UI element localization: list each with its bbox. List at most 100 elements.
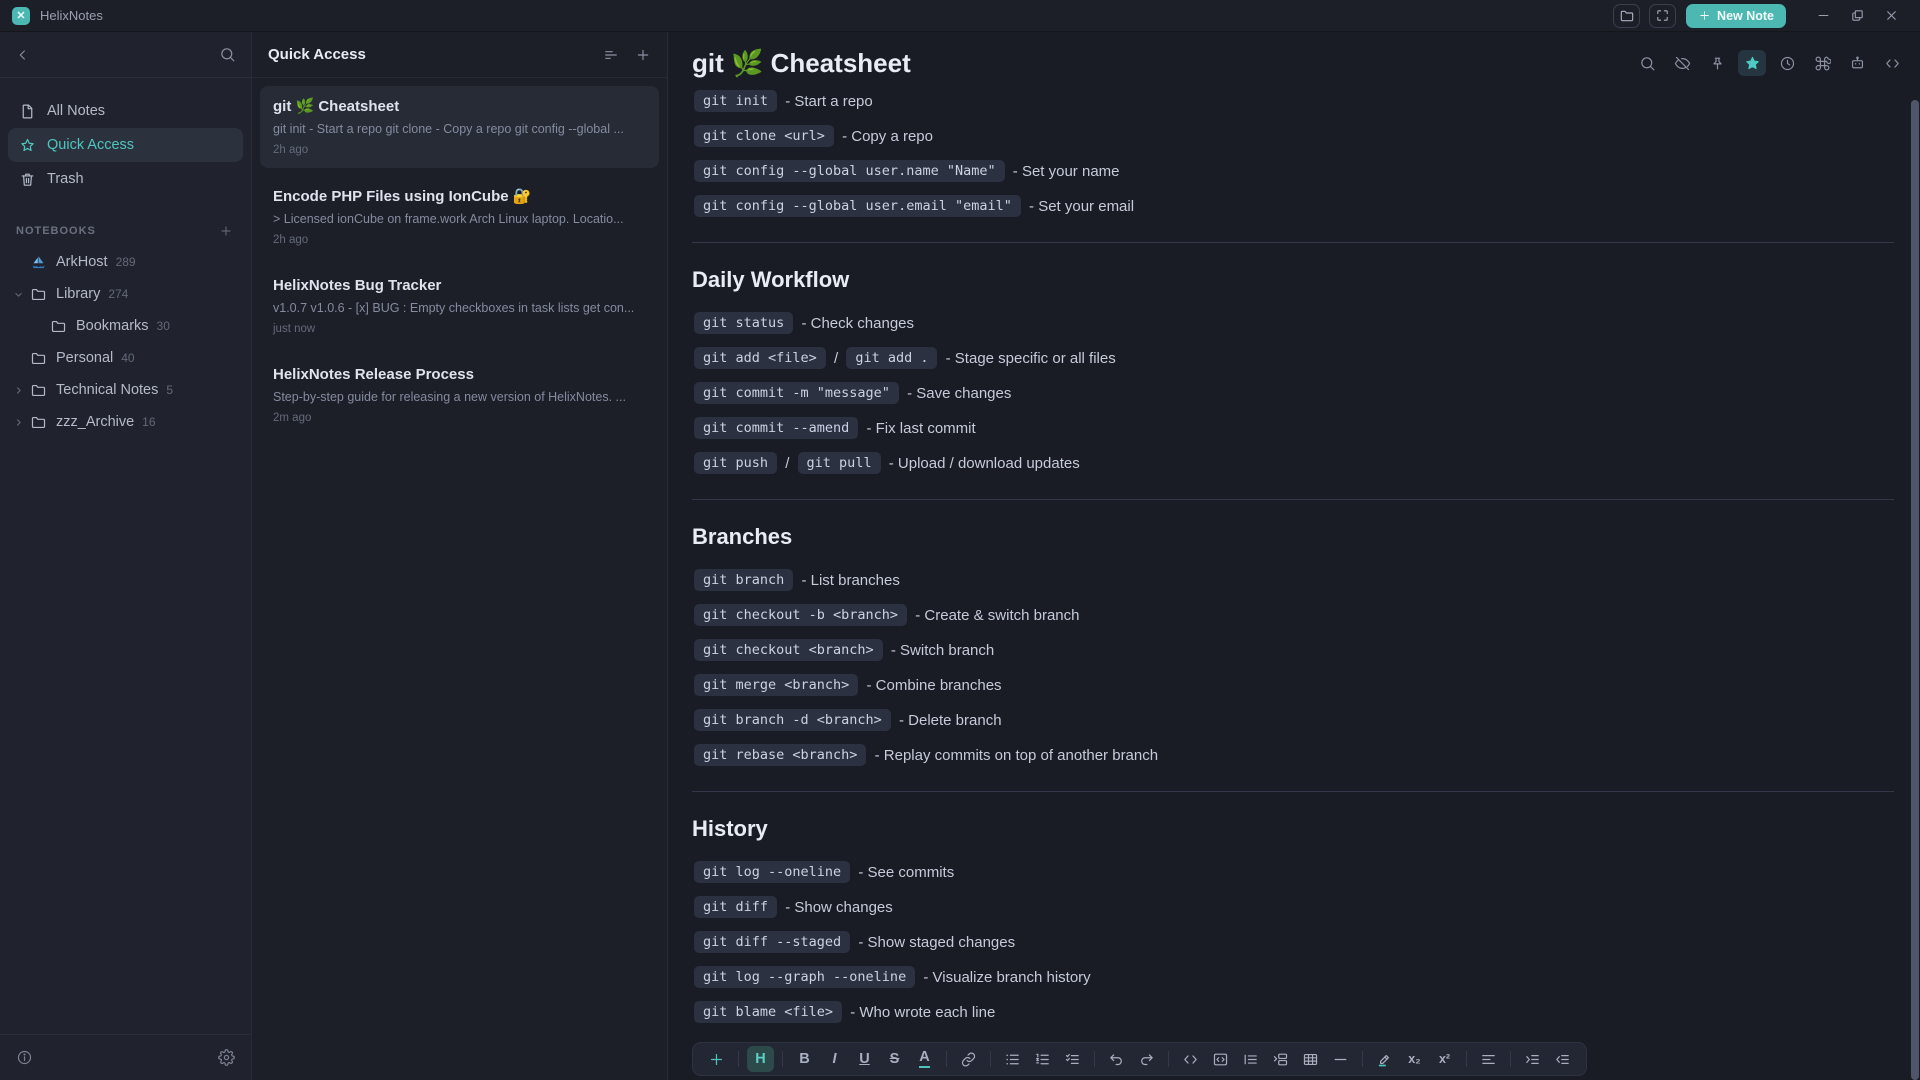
notebook-label: Library xyxy=(56,286,100,302)
scrollbar-thumb[interactable] xyxy=(1911,100,1919,1080)
chevron-right-icon[interactable] xyxy=(12,384,30,397)
row-text: - Stage specific or all files xyxy=(939,350,1117,367)
note-card-helixnotes-release-process[interactable]: HelixNotes Release Process Step-by-step g… xyxy=(260,355,659,436)
editor: git 🌿 Cheatsheet git init - Start a repo… xyxy=(668,32,1920,1080)
new-note-button[interactable]: New Note xyxy=(1686,4,1786,28)
code-button[interactable] xyxy=(1177,1046,1204,1072)
note-card-title: HelixNotes Release Process xyxy=(273,366,646,383)
numbered-list-button[interactable] xyxy=(1029,1046,1056,1072)
robot-action-button[interactable] xyxy=(1843,50,1871,76)
search-action-button[interactable] xyxy=(1633,50,1661,76)
undo-button[interactable] xyxy=(1103,1046,1130,1072)
cheatsheet-row: git init - Start a repo xyxy=(692,89,1894,113)
add-notebook-icon[interactable] xyxy=(219,224,233,238)
search-icon[interactable] xyxy=(219,46,236,63)
cheatsheet-row: git commit -m "message" - Save changes xyxy=(692,381,1894,405)
inline-code: git clone <url> xyxy=(694,125,834,147)
bullet-list-button[interactable] xyxy=(999,1046,1026,1072)
toolbar-divider xyxy=(1362,1051,1363,1067)
folder-icon xyxy=(1619,8,1635,24)
restore-button[interactable] xyxy=(1840,3,1874,29)
italic-button[interactable]: I xyxy=(821,1046,848,1072)
inline-code: git log --graph --oneline xyxy=(694,966,915,988)
align-button[interactable] xyxy=(1475,1046,1502,1072)
clock-action-button[interactable] xyxy=(1773,50,1801,76)
table-button[interactable] xyxy=(1297,1046,1324,1072)
note-card-helixnotes-bug-tracker[interactable]: HelixNotes Bug Trackerv1.0.7 v1.0.6 - [x… xyxy=(260,266,659,347)
chevron-down-icon[interactable] xyxy=(12,288,30,301)
toolbar-divider xyxy=(1168,1051,1169,1067)
notebook-item-bookmarks[interactable]: Bookmarks30 xyxy=(0,310,251,342)
folder-icon xyxy=(30,350,47,367)
command-action-button[interactable] xyxy=(1808,50,1836,76)
fullscreen-button[interactable] xyxy=(1649,4,1676,28)
task-list-button[interactable] xyxy=(1059,1046,1086,1072)
back-icon[interactable] xyxy=(15,47,31,63)
folder-icon xyxy=(30,414,47,431)
editor-body[interactable]: git init - Start a repo git clone <url> -… xyxy=(668,81,1920,1080)
app-logo-icon: ✕ xyxy=(12,7,30,25)
notebook-count: 30 xyxy=(157,319,170,333)
text-color-button[interactable]: A xyxy=(911,1046,938,1072)
sort-icon[interactable] xyxy=(603,47,619,63)
note-card-preview: Step-by-step guide for releasing a new v… xyxy=(273,390,646,404)
blockquote-button[interactable] xyxy=(1237,1046,1264,1072)
inline-code: git branch -d <branch> xyxy=(694,709,891,731)
bold-button[interactable]: B xyxy=(791,1046,818,1072)
notebook-item-personal[interactable]: Personal40 xyxy=(0,342,251,374)
link-button[interactable] xyxy=(955,1046,982,1072)
redo-button[interactable] xyxy=(1133,1046,1160,1072)
folder-icon xyxy=(30,382,47,399)
plus-button[interactable] xyxy=(703,1046,730,1072)
minimize-button[interactable] xyxy=(1806,3,1840,29)
sidebar-footer xyxy=(0,1034,251,1080)
sidebar-header xyxy=(0,32,251,78)
note-card-title: HelixNotes Bug Tracker xyxy=(273,277,646,294)
note-card-time: 2h ago xyxy=(273,144,646,156)
indent-button[interactable] xyxy=(1519,1046,1546,1072)
outdent-button[interactable] xyxy=(1549,1046,1576,1072)
superscript-button[interactable]: x² xyxy=(1431,1046,1458,1072)
inline-code: git config --global user.name "Name" xyxy=(694,160,1005,182)
cheatsheet-row: git branch - List branches xyxy=(692,568,1894,592)
info-icon[interactable] xyxy=(16,1049,33,1066)
notebook-item-library[interactable]: Library274 xyxy=(0,278,251,310)
toolbar-divider xyxy=(782,1051,783,1067)
horizontal-rule-button[interactable] xyxy=(1327,1046,1354,1072)
row-text: - Replay commits on top of another branc… xyxy=(868,747,1160,764)
sidebar-item-quick-access[interactable]: Quick Access xyxy=(8,128,243,162)
add-note-icon[interactable] xyxy=(635,47,651,63)
toggle-block-button[interactable] xyxy=(1267,1046,1294,1072)
notebook-item-zzz-archive[interactable]: zzz_Archive16 xyxy=(0,406,251,438)
sidebar-item-trash[interactable]: Trash xyxy=(8,162,243,196)
sailboat-icon xyxy=(30,254,47,271)
note-card-git-cheatsheet[interactable]: git 🌿 Cheatsheetgit init - Start a repo … xyxy=(260,86,659,168)
code-block-icon xyxy=(1212,1051,1229,1068)
close-button[interactable] xyxy=(1874,3,1908,29)
notebook-item-arkhost[interactable]: ArkHost289 xyxy=(0,246,251,278)
plus-icon xyxy=(1698,9,1711,22)
inline-code: git checkout <branch> xyxy=(694,639,883,661)
cheatsheet-row: git commit --amend - Fix last commit xyxy=(692,416,1894,440)
sidebar-item-all-notes[interactable]: All Notes xyxy=(8,94,243,128)
highlight-icon xyxy=(1376,1051,1393,1068)
star-action-button[interactable] xyxy=(1738,50,1766,76)
pin-action-button[interactable] xyxy=(1703,50,1731,76)
eye-off-action-button[interactable] xyxy=(1668,50,1696,76)
subscript-icon: x₂ xyxy=(1408,1052,1421,1066)
chevron-right-icon[interactable] xyxy=(12,416,30,429)
strikethrough-button[interactable]: S xyxy=(881,1046,908,1072)
text-color-icon: A xyxy=(919,1050,929,1068)
underline-button[interactable]: U xyxy=(851,1046,878,1072)
subscript-button[interactable]: x₂ xyxy=(1401,1046,1428,1072)
notebook-item-technical-notes[interactable]: Technical Notes5 xyxy=(0,374,251,406)
note-card-encode-php-files-using-ioncube[interactable]: Encode PHP Files using IonCube 🔐> Licens… xyxy=(260,176,659,258)
task-list-icon xyxy=(1064,1051,1081,1068)
open-folder-button[interactable] xyxy=(1613,4,1640,28)
code-action-button[interactable] xyxy=(1878,50,1906,76)
notebook-count: 289 xyxy=(116,255,136,269)
code-block-button[interactable] xyxy=(1207,1046,1234,1072)
heading-button[interactable]: H xyxy=(747,1046,774,1072)
highlight-button[interactable] xyxy=(1371,1046,1398,1072)
gear-icon[interactable] xyxy=(218,1049,235,1066)
